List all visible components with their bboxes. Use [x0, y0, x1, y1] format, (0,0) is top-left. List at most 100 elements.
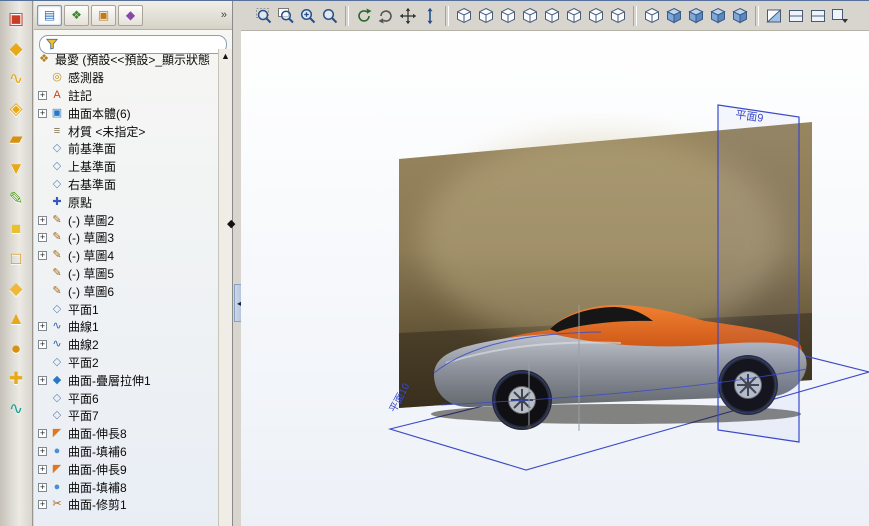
- view-top-icon[interactable]: [541, 5, 563, 27]
- scroll-up-icon[interactable]: ▲: [221, 49, 230, 61]
- move-z-icon[interactable]: [419, 5, 441, 27]
- panel-tabs: ▤ ❖ ▣ ◆: [37, 4, 143, 26]
- surface-fill-icon: ●: [53, 444, 61, 457]
- expand-plus-icon[interactable]: +: [38, 215, 47, 225]
- tree-item-17[interactable]: ◇ 平面2: [36, 354, 218, 372]
- tree-item-0[interactable]: ❖ 最愛 (預設<<預設>_顯示狀態: [36, 51, 218, 69]
- tree-item-15[interactable]: + ∿ 曲線1: [36, 318, 218, 336]
- knit-surface-tool-icon[interactable]: ∿: [4, 396, 28, 420]
- delete-face-tool-icon[interactable]: ●: [4, 336, 28, 360]
- tree-item-label: (-) 草圖5: [68, 266, 114, 281]
- tree-item-1[interactable]: ◎ 感測器: [36, 69, 218, 87]
- tree-item-10[interactable]: + ✎ (-) 草圖3: [36, 229, 218, 247]
- surface-trim-icon: ✂: [52, 498, 62, 511]
- section-view-icon[interactable]: [763, 5, 785, 27]
- swept-surface-tool-icon[interactable]: ∿: [4, 66, 28, 90]
- display-wireframe-icon[interactable]: [641, 5, 663, 27]
- filled-surface-tool-icon[interactable]: ▼: [4, 156, 28, 180]
- tree-item-5[interactable]: ◇ 前基準面: [36, 140, 218, 158]
- vertical-plane[interactable]: 平面9: [717, 104, 800, 443]
- panel-splitter[interactable]: ◆ ◂: [227, 1, 244, 526]
- tree-item-12[interactable]: ✎ (-) 草圖5: [36, 265, 218, 283]
- tree-item-18[interactable]: + ◆ 曲面-疊層拉伸1: [36, 371, 218, 389]
- display-shaded-with-edges-icon[interactable]: [707, 5, 729, 27]
- display-shaded-icon[interactable]: [729, 5, 751, 27]
- tree-item-6[interactable]: ◇ 上基準面: [36, 158, 218, 176]
- view-right-icon[interactable]: [519, 5, 541, 27]
- tree-item-8[interactable]: ✚ 原點: [36, 193, 218, 211]
- view-left-icon[interactable]: [497, 5, 519, 27]
- tree-item-4[interactable]: ≡ 材質 <未指定>: [36, 122, 218, 140]
- filter-input[interactable]: [62, 37, 220, 51]
- tree-item-23[interactable]: + ◤ 曲面-伸長9: [36, 460, 218, 478]
- expand-plus-icon[interactable]: +: [38, 429, 47, 439]
- tree-item-13[interactable]: ✎ (-) 草圖6: [36, 282, 218, 300]
- tab-propertymanager[interactable]: ❖: [64, 4, 89, 26]
- tree-item-21[interactable]: + ◤ 曲面-伸長8: [36, 425, 218, 443]
- expand-plus-icon[interactable]: +: [38, 375, 47, 385]
- planar-surface-tool-icon[interactable]: ■: [4, 216, 28, 240]
- tab-configurationmanager[interactable]: ▣: [91, 4, 116, 26]
- tree-item-2[interactable]: + A 註記: [36, 87, 218, 105]
- zoom-to-area-icon[interactable]: [275, 5, 297, 27]
- tree-item-14[interactable]: ◇ 平面1: [36, 300, 218, 318]
- expand-plus-icon[interactable]: +: [38, 90, 47, 100]
- tree-item-7[interactable]: ◇ 右基準面: [36, 176, 218, 194]
- ruled-surface-tool-icon[interactable]: ◆: [4, 276, 28, 300]
- expand-plus-icon[interactable]: +: [38, 251, 47, 261]
- expand-plus-icon[interactable]: +: [38, 500, 47, 510]
- boundary-surface-tool-icon[interactable]: ▰: [4, 126, 28, 150]
- trim-surface-tool-icon[interactable]: ✚: [4, 366, 28, 390]
- tree-item-22[interactable]: + ● 曲面-填補6: [36, 443, 218, 461]
- tree-item-19[interactable]: ◇ 平面6: [36, 389, 218, 407]
- tree-item-3[interactable]: + ▣ 曲面本體(6): [36, 104, 218, 122]
- view-orientation-icon[interactable]: [785, 5, 807, 27]
- lofted-surface-tool-icon[interactable]: ◈: [4, 96, 28, 120]
- freeform-tool-icon[interactable]: ✎: [4, 186, 28, 210]
- view-bottom-icon[interactable]: [563, 5, 585, 27]
- expand-plus-icon[interactable]: +: [38, 482, 47, 492]
- extend-surface-tool-icon[interactable]: ▲: [4, 306, 28, 330]
- splitter-handle-icon[interactable]: ◆: [227, 219, 235, 230]
- tree-item-label: 曲線1: [68, 320, 99, 335]
- revolved-surface-tool-icon[interactable]: ◆: [4, 36, 28, 60]
- tree-item-9[interactable]: + ✎ (-) 草圖2: [36, 211, 218, 229]
- tree-item-20[interactable]: ◇ 平面7: [36, 407, 218, 425]
- toolbar-separator: [345, 5, 349, 26]
- view-trimetric-icon[interactable]: [607, 5, 629, 27]
- expand-plus-icon[interactable]: +: [38, 233, 47, 243]
- display-hidden-lines-visible-icon[interactable]: [663, 5, 685, 27]
- expand-plus-icon[interactable]: +: [38, 108, 47, 118]
- viewport-canvas[interactable]: 平面9 平面10: [241, 31, 869, 526]
- panel-overflow-chevron-icon[interactable]: »: [221, 9, 229, 21]
- rotate-view-icon[interactable]: [353, 5, 375, 27]
- expand-plus-icon[interactable]: +: [38, 322, 47, 332]
- surface-folder-icon: ▣: [51, 106, 63, 119]
- tree-item-16[interactable]: + ∿ 曲線2: [36, 336, 218, 354]
- extruded-surface-tool-icon[interactable]: ▣: [4, 6, 28, 30]
- roll-view-icon[interactable]: [375, 5, 397, 27]
- pan-icon[interactable]: [397, 5, 419, 27]
- expander-column: +: [36, 215, 49, 225]
- camera-view-icon[interactable]: [807, 5, 829, 27]
- display-hidden-lines-removed-icon[interactable]: [685, 5, 707, 27]
- zoom-in-out-icon[interactable]: [297, 5, 319, 27]
- tab-dimxpertmanager[interactable]: ◆: [118, 4, 143, 26]
- view-front-icon[interactable]: [453, 5, 475, 27]
- tree-item-25[interactable]: + ✂ 曲面-修剪1: [36, 496, 218, 514]
- tree-item-24[interactable]: + ● 曲面-填補8: [36, 478, 218, 496]
- expand-plus-icon[interactable]: +: [38, 340, 47, 350]
- zoom-to-selection-icon[interactable]: [319, 5, 341, 27]
- expander-column: +: [36, 340, 49, 350]
- config-icon: ❖: [39, 53, 49, 66]
- view-back-icon[interactable]: [475, 5, 497, 27]
- expand-plus-icon[interactable]: +: [38, 446, 47, 456]
- offset-surface-tool-icon[interactable]: □: [4, 246, 28, 270]
- display-settings-icon[interactable]: [829, 5, 851, 27]
- zoom-to-fit-icon[interactable]: [253, 5, 275, 27]
- expand-plus-icon[interactable]: +: [38, 464, 47, 474]
- view-isometric-icon[interactable]: [585, 5, 607, 27]
- tab-featuremanager[interactable]: ▤: [37, 4, 62, 26]
- tree-item-11[interactable]: + ✎ (-) 草圖4: [36, 247, 218, 265]
- tree-scrollbar[interactable]: ▲: [218, 49, 232, 526]
